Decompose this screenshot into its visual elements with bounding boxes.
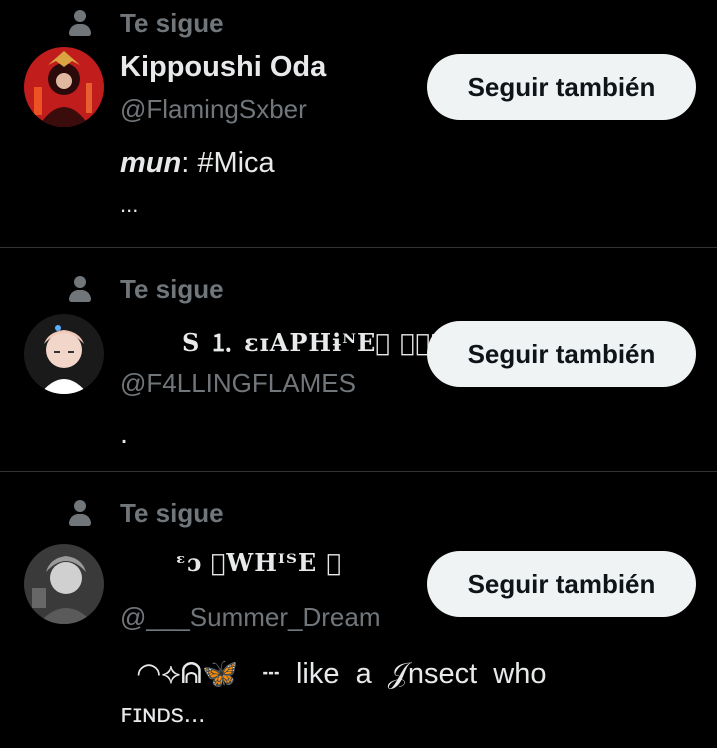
user-cell-3[interactable]: Te sigue ᵋɔ ᪶WHᴵᵀE ⋯ @___Summer_Dream Se… [0,472,717,748]
user-handle[interactable]: @F4LLINGFLAMES [120,368,356,399]
user-bio-line-2: ꜰɪɴᴅs... [120,698,206,728]
follow-back-button[interactable]: Seguir también [427,54,696,120]
follows-you-row: Te sigue [66,274,224,304]
follows-you-label: Te sigue [120,7,224,38]
user-bio: ◠⟡ᕱ🦋 ┄ like a 𝒥nsect who [120,658,547,690]
display-name[interactable]: S ⒈ εɪAPHɨᴺE⃞ ⌜✶⌟ [182,323,446,358]
follow-back-button[interactable]: Seguir también [427,551,696,617]
avatar[interactable] [24,314,104,394]
person-icon [66,498,96,528]
follows-you-row: Te sigue [66,8,224,38]
user-handle[interactable]: @___Summer_Dream [120,602,380,633]
person-icon [66,8,96,38]
user-bio-line-2: ... [120,192,139,217]
user-handle[interactable]: @FlamingSxber [120,94,307,125]
avatar[interactable] [24,47,104,127]
bio-prefix: mun [120,147,182,179]
user-bio: . [120,418,129,450]
follows-you-label: Te sigue [120,273,224,304]
display-name[interactable]: ᵋɔ ᪶WHᴵᵀE ⋯ [176,548,342,577]
bio-hashtag[interactable]: : #Mica [181,147,274,179]
follows-you-row: Te sigue [66,498,224,528]
person-icon [66,274,96,304]
user-cell-2[interactable]: Te sigue S ⒈ εɪAPHɨᴺE⃞ ⌜✶⌟ @F4LLINGFLAME… [0,248,717,471]
user-cell-1[interactable]: Te sigue Kippoushi Oda @FlamingSxber Seg… [0,0,717,247]
follows-you-label: Te sigue [120,497,224,528]
display-name[interactable]: Kippoushi Oda [120,51,326,84]
avatar[interactable] [24,544,104,624]
follow-back-button[interactable]: Seguir también [427,321,696,387]
user-bio: mun: #Mica [120,147,275,180]
